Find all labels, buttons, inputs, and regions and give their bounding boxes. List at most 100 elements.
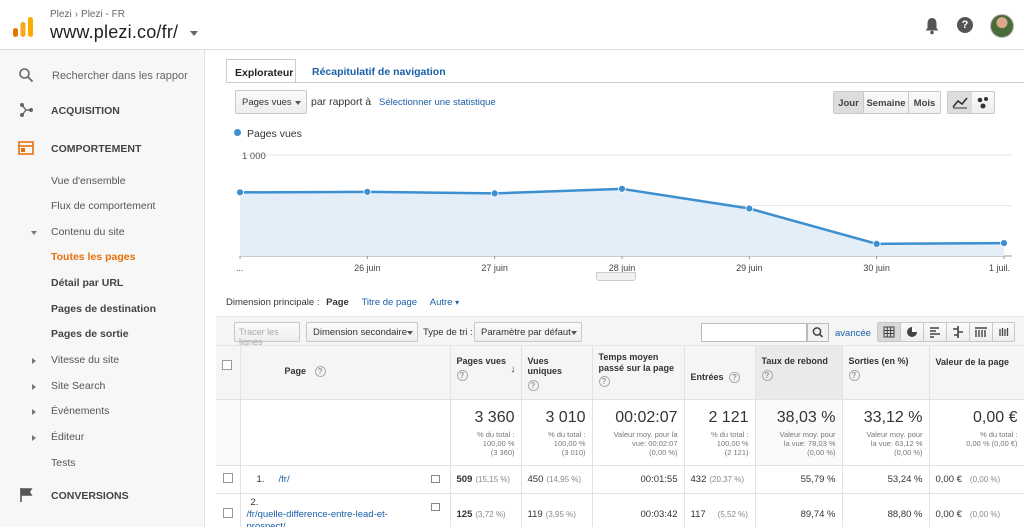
view-pivot-button[interactable] bbox=[970, 323, 993, 341]
sidebar-item-vitesse[interactable]: Vitesse du site bbox=[0, 350, 205, 370]
sidebar-section-conversions[interactable]: CONVERSIONS bbox=[0, 483, 205, 507]
sidebar-item-detail-url[interactable]: Détail par URL bbox=[0, 273, 205, 293]
col-unique[interactable]: Vues uniques? bbox=[521, 346, 593, 400]
col-exit[interactable]: Sorties (en %)? bbox=[842, 346, 930, 400]
period-month-button[interactable]: Mois bbox=[909, 92, 940, 113]
secondary-dimension-label: Dimension secondaire bbox=[313, 327, 407, 338]
row-entries-pct: (5,52 %) bbox=[717, 510, 748, 519]
dimension-more-link[interactable]: Autre ▾ bbox=[430, 297, 459, 308]
row-checkbox[interactable] bbox=[222, 508, 233, 518]
view-pie-button[interactable] bbox=[901, 323, 924, 341]
sidebar-section-comportement[interactable]: COMPORTEMENT bbox=[0, 136, 205, 160]
open-page-icon[interactable] bbox=[430, 502, 440, 511]
sidebar-item-tests[interactable]: Tests bbox=[0, 453, 205, 473]
sidebar-item-flux[interactable]: Flux de comportement bbox=[0, 196, 205, 216]
view-performance-button[interactable] bbox=[924, 323, 947, 341]
row-unique: 119 (3,95 %) bbox=[521, 493, 593, 527]
metric-select[interactable]: Pages vues bbox=[235, 90, 307, 114]
chevron-down-icon[interactable] bbox=[190, 31, 198, 36]
total-pageviews-sub: % du total : bbox=[476, 429, 515, 439]
view-term-cloud-button[interactable] bbox=[993, 323, 1016, 341]
sidebar-section-acquisition[interactable]: ACQUISITION bbox=[0, 98, 205, 122]
totals-empty bbox=[216, 399, 241, 466]
col-page-label: Page bbox=[284, 366, 307, 376]
data-point bbox=[1000, 239, 1008, 247]
collapsed-triangle-icon bbox=[32, 358, 36, 364]
sort-type-select[interactable]: Paramètre par défaut bbox=[474, 322, 582, 342]
help-icon[interactable]: ? bbox=[527, 380, 539, 391]
sidebar-item-pages-destination[interactable]: Pages de destination bbox=[0, 299, 205, 319]
table-view-toggle bbox=[877, 322, 1015, 342]
col-value[interactable]: Valeur de la page bbox=[929, 346, 1024, 400]
data-point bbox=[745, 204, 754, 213]
dimension-page-title-link[interactable]: Titre de page bbox=[361, 297, 417, 308]
view-selector[interactable]: www.plezi.co/fr/ bbox=[50, 22, 178, 43]
row-bounce: 55,79 % bbox=[755, 465, 843, 494]
period-week-button[interactable]: Semaine bbox=[864, 92, 909, 113]
help-icon[interactable]: ? bbox=[957, 17, 973, 33]
sidebar-section-label: ACQUISITION bbox=[51, 105, 120, 117]
select-statistic-link[interactable]: Sélectionner une statistique bbox=[379, 97, 496, 108]
breadcrumb[interactable]: Plezi › Plezi - FR bbox=[50, 9, 125, 20]
sidebar-search[interactable]: Rechercher dans les rappor bbox=[0, 62, 205, 88]
help-icon[interactable]: ? bbox=[456, 370, 468, 381]
breadcrumb-account[interactable]: Plezi bbox=[50, 9, 72, 20]
main-content: Explorateur Récapitulatif de navigation … bbox=[216, 50, 1024, 527]
sort-type-label: Type de tri : bbox=[423, 327, 473, 338]
help-icon[interactable]: ? bbox=[729, 372, 741, 383]
total-entries-sub: 100,00 % bbox=[716, 438, 749, 448]
row-checkbox[interactable] bbox=[222, 472, 233, 483]
advanced-filter-link[interactable]: avancée bbox=[835, 328, 871, 339]
chart-resize-handle[interactable] bbox=[596, 272, 636, 281]
sidebar-item-label: Événements bbox=[51, 405, 110, 417]
total-value-value: 0,00 € bbox=[973, 408, 1018, 426]
select-all-checkbox[interactable] bbox=[222, 360, 232, 370]
view-comparison-button[interactable] bbox=[947, 323, 970, 341]
avatar[interactable] bbox=[990, 14, 1014, 38]
period-day-button[interactable]: Jour bbox=[834, 92, 864, 113]
x-tick-label: 30 juin bbox=[863, 263, 890, 273]
help-icon[interactable]: ? bbox=[761, 370, 773, 381]
sidebar-item-contenu-du-site[interactable]: Contenu du site bbox=[0, 222, 205, 242]
line-chart-icon[interactable] bbox=[948, 92, 972, 113]
motion-chart-icon[interactable] bbox=[972, 92, 994, 113]
view-table-button[interactable] bbox=[878, 323, 901, 341]
col-bounce[interactable]: Taux de rebond? bbox=[755, 346, 843, 400]
row-entries: 117 (5,52 %) bbox=[684, 493, 756, 527]
sidebar-item-toutes-les-pages[interactable]: Toutes les pages bbox=[0, 247, 205, 267]
collapsed-triangle-icon bbox=[32, 409, 36, 415]
sidebar-item-label: Éditeur bbox=[51, 431, 85, 443]
bell-icon[interactable] bbox=[924, 17, 940, 35]
plot-rows-button[interactable]: Tracer les lignes bbox=[234, 322, 300, 347]
y-tick-label: 1 000 bbox=[242, 151, 266, 162]
sidebar-item-site-search[interactable]: Site Search bbox=[0, 376, 205, 396]
total-exit-sub: (0,00 %) bbox=[894, 447, 923, 457]
col-pageviews[interactable]: Pages vues ? ↓ bbox=[450, 346, 522, 400]
total-bounce-sub: la vue: 78,03 % bbox=[783, 438, 836, 448]
sidebar-item-editeur[interactable]: Éditeur bbox=[0, 427, 205, 447]
table-search-button[interactable] bbox=[807, 323, 829, 342]
tab-recapitulatif[interactable]: Récapitulatif de navigation bbox=[304, 59, 454, 83]
col-page[interactable]: Page ? bbox=[240, 346, 451, 400]
sidebar-item-label: Pages de destination bbox=[51, 303, 157, 315]
breadcrumb-property[interactable]: Plezi - FR bbox=[81, 9, 125, 20]
open-page-icon[interactable] bbox=[430, 474, 440, 483]
help-icon[interactable]: ? bbox=[848, 370, 860, 381]
row-page-link[interactable]: /fr/quelle-difference-entre-lead-et-pros… bbox=[247, 509, 407, 527]
legend-dot bbox=[234, 129, 241, 136]
help-icon[interactable]: ? bbox=[314, 366, 326, 377]
col-time[interactable]: Temps moyen passé sur la page? bbox=[592, 346, 685, 400]
table-search-input[interactable] bbox=[701, 323, 807, 342]
row-page-link[interactable]: /fr/ bbox=[279, 474, 290, 485]
sidebar-item-vue-ensemble[interactable]: Vue d'ensemble bbox=[0, 171, 205, 191]
sidebar-item-evenements[interactable]: Événements bbox=[0, 401, 205, 421]
total-exit-value: 33,12 % bbox=[863, 408, 923, 426]
secondary-dimension-select[interactable]: Dimension secondaire bbox=[306, 322, 418, 342]
col-entries[interactable]: Entrées ? bbox=[684, 346, 756, 400]
chevron-down-icon: ▾ bbox=[455, 298, 460, 307]
tab-explorateur[interactable]: Explorateur bbox=[226, 59, 296, 83]
help-icon[interactable]: ? bbox=[598, 376, 610, 387]
total-value-sub: 0,00 % (0,00 €) bbox=[966, 438, 1018, 448]
sidebar-item-pages-sortie[interactable]: Pages de sortie bbox=[0, 324, 205, 344]
analytics-logo-icon[interactable] bbox=[12, 16, 34, 38]
